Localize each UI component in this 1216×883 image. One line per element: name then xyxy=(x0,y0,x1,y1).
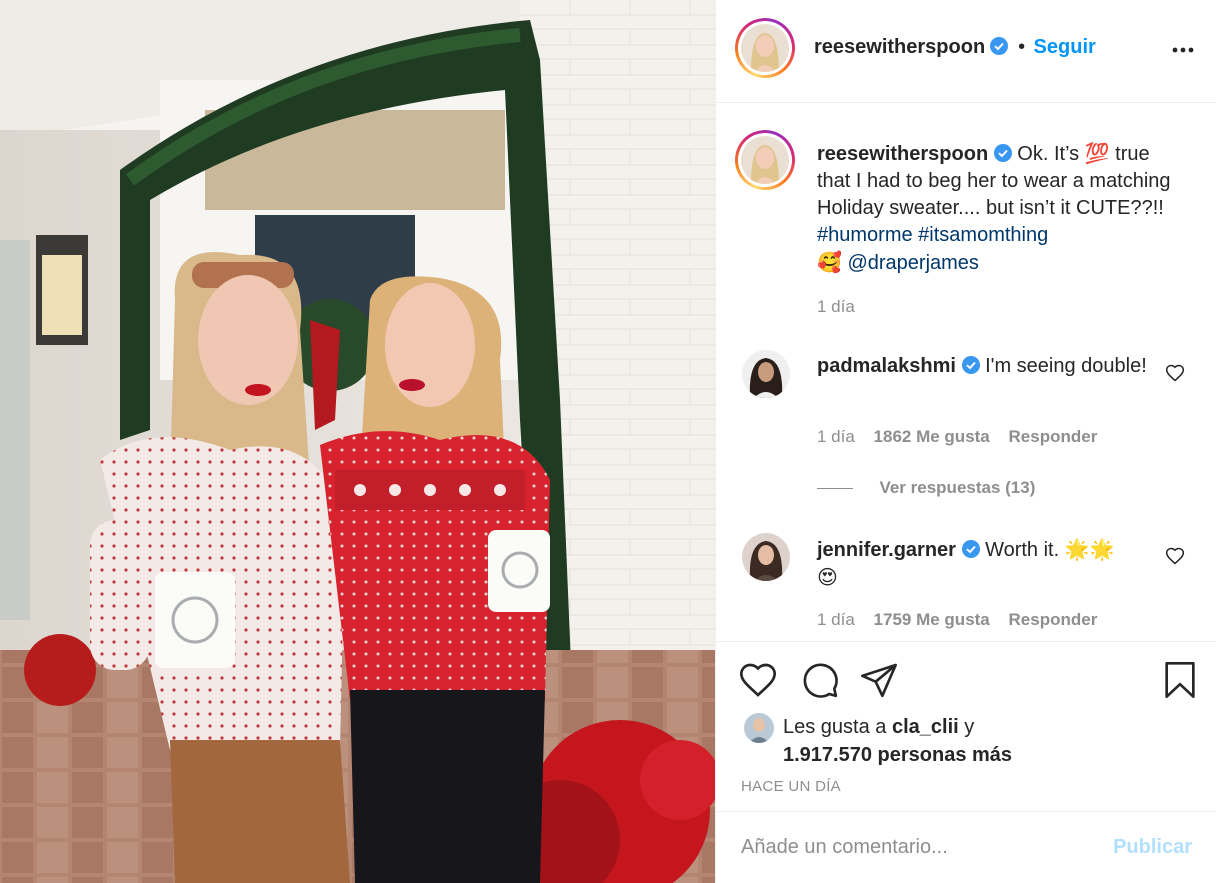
hashtag-humorme[interactable]: #humorme xyxy=(817,224,913,246)
add-comment-bar: Publicar xyxy=(716,811,1216,883)
smiling-hearts-emoji: 🥰 xyxy=(817,250,842,274)
commenter-avatar-jennifer-garner[interactable] xyxy=(742,533,790,581)
comment-likes[interactable]: 1759 Me gusta xyxy=(874,610,990,629)
like-comment-heart-icon[interactable] xyxy=(1165,546,1185,566)
post-timestamp[interactable]: HACE UN DÍA xyxy=(741,778,841,795)
mention-draperjames[interactable]: @draperjames xyxy=(847,252,978,274)
likes-mid: y xyxy=(958,716,975,738)
save-bookmark-icon[interactable] xyxy=(1160,660,1200,700)
post-caption: reesewitherspoon Ok. It’s 💯 true that I … xyxy=(817,140,1187,320)
hundred-emoji: 💯 xyxy=(1084,141,1110,165)
hashtag-itsamomthing[interactable]: #itsamomthing xyxy=(918,224,1048,246)
comment-meta: 1 día 1759 Me gusta Responder xyxy=(817,610,1097,630)
comment-username[interactable]: padmalakshmi xyxy=(817,355,956,377)
commenter-avatar-padmalakshmi[interactable] xyxy=(742,350,790,398)
reply-button[interactable]: Responder xyxy=(1009,610,1098,629)
avatar-image xyxy=(742,350,790,398)
comment-likes[interactable]: 1862 Me gusta xyxy=(874,427,990,446)
star-emojis: 🌟🌟 xyxy=(1064,537,1115,561)
comment-jennifer-garner: jennifer.garner Worth it. 🌟🌟 😍 xyxy=(817,536,1157,592)
comment-username[interactable]: jennifer.garner xyxy=(817,539,956,561)
reply-button[interactable]: Responder xyxy=(1009,427,1098,446)
post-sidebar: reesewitherspoon • Seguir reesewitherspo… xyxy=(715,0,1216,883)
author-username[interactable]: reesewitherspoon xyxy=(814,36,985,58)
comment-bubble-icon[interactable] xyxy=(800,660,840,700)
post-photo[interactable] xyxy=(0,0,715,883)
view-replies[interactable]: Ver respuestas (13) xyxy=(817,478,1035,498)
verified-badge-icon xyxy=(961,356,980,374)
verified-badge-icon xyxy=(961,540,980,558)
comment-body: Worth it. xyxy=(985,539,1065,561)
publish-button[interactable]: Publicar xyxy=(1113,836,1192,859)
view-replies-label[interactable]: Ver respuestas (13) xyxy=(879,478,1035,497)
like-heart-icon[interactable] xyxy=(738,660,778,700)
likes-summary: Les gusta a cla_clii y 1.917.570 persona… xyxy=(783,713,1203,769)
caption-text-start: Ok. It’s xyxy=(1017,143,1085,165)
like-comment-heart-icon[interactable] xyxy=(1165,363,1185,383)
comment-time[interactable]: 1 día xyxy=(817,610,855,629)
likes-count[interactable]: 1.917.570 personas más xyxy=(783,744,1012,766)
liker-username[interactable]: cla_clii xyxy=(892,716,959,738)
comment-meta: 1 día 1862 Me gusta Responder xyxy=(817,427,1097,447)
comment-padmalakshmi: padmalakshmi I'm seeing double! xyxy=(817,353,1157,380)
avatar-image xyxy=(741,136,789,184)
comment-input[interactable] xyxy=(741,836,1101,859)
liker-avatar[interactable] xyxy=(744,713,774,743)
share-paper-plane-icon[interactable] xyxy=(859,660,899,700)
avatar-image xyxy=(744,713,774,743)
separator-dot: • xyxy=(1018,36,1026,58)
post-actions: Les gusta a cla_clii y 1.917.570 persona… xyxy=(716,641,1216,811)
post-header: reesewitherspoon • Seguir xyxy=(716,0,1216,103)
comment-body: I'm seeing double! xyxy=(985,355,1147,377)
more-dots-icon[interactable] xyxy=(1171,40,1195,60)
follow-button[interactable]: Seguir xyxy=(1034,36,1096,58)
verified-badge-icon xyxy=(993,144,1012,162)
comment-time[interactable]: 1 día xyxy=(817,427,855,446)
avatar-image xyxy=(742,533,790,581)
avatar-image xyxy=(741,24,789,72)
caption-author-avatar[interactable] xyxy=(735,130,795,190)
photo-illustration xyxy=(0,0,715,883)
caption-time[interactable]: 1 día xyxy=(817,293,1187,320)
likes-prefix: Les gusta a xyxy=(783,716,892,738)
heart-eyes-emoji: 😍 xyxy=(817,565,838,589)
replies-divider xyxy=(817,488,853,490)
author-avatar[interactable] xyxy=(735,18,795,78)
verified-badge-icon xyxy=(989,37,1008,55)
caption-username[interactable]: reesewitherspoon xyxy=(817,143,988,165)
